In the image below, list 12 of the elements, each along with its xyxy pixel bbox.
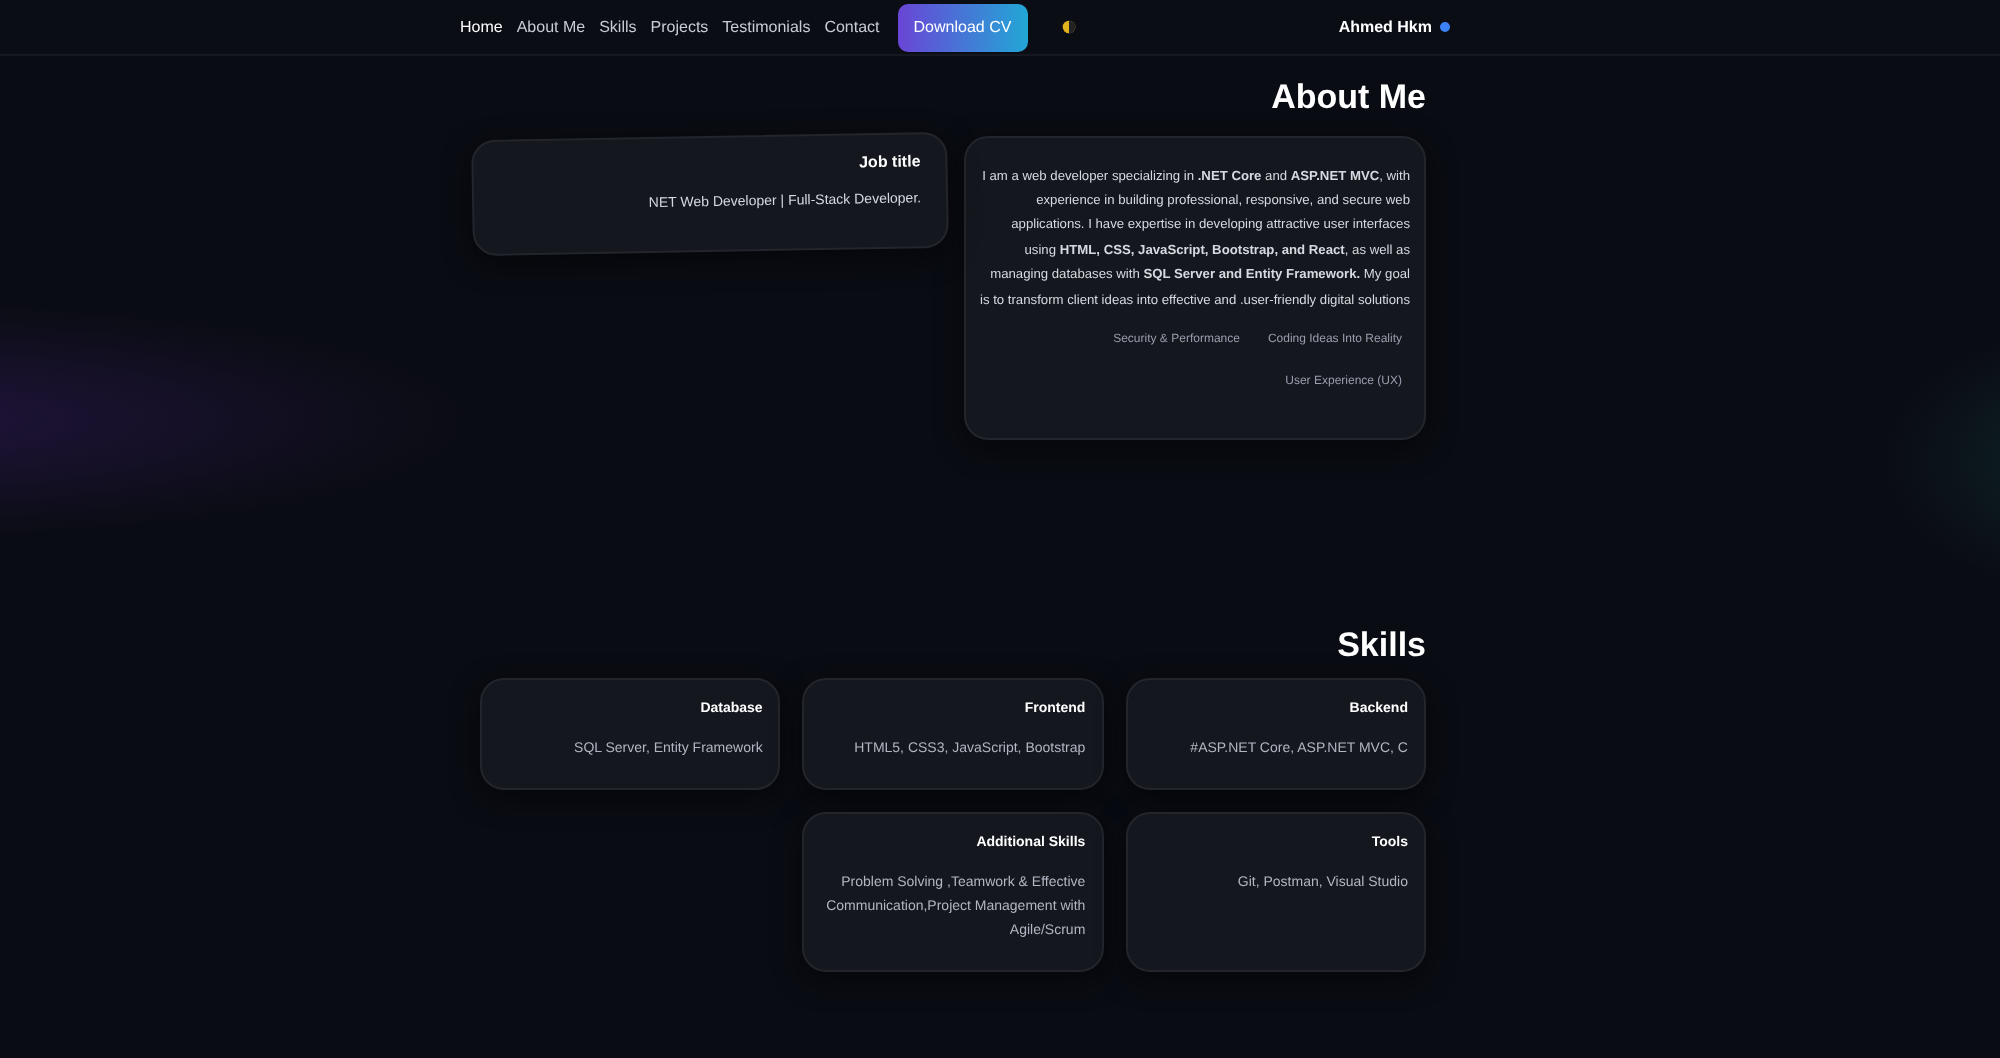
nav-link[interactable]: Contact — [824, 15, 880, 39]
nav-link[interactable]: Home — [460, 15, 503, 39]
nav-link[interactable]: Testimonials — [722, 15, 811, 39]
nav-link[interactable]: About Me — [516, 15, 586, 39]
theme-toggle-icon[interactable] — [1061, 20, 1076, 34]
section-title: Skills — [1337, 623, 1426, 667]
nav-link[interactable]: Skills — [599, 15, 637, 39]
download-cv-button[interactable]: Download CV — [897, 3, 1028, 51]
brand-name[interactable]: Ahmed Hkm — [1338, 15, 1432, 39]
nav-link[interactable]: Projects — [650, 15, 709, 39]
section-title: About Me — [1271, 76, 1426, 120]
card-heading: Job title — [858, 149, 921, 175]
